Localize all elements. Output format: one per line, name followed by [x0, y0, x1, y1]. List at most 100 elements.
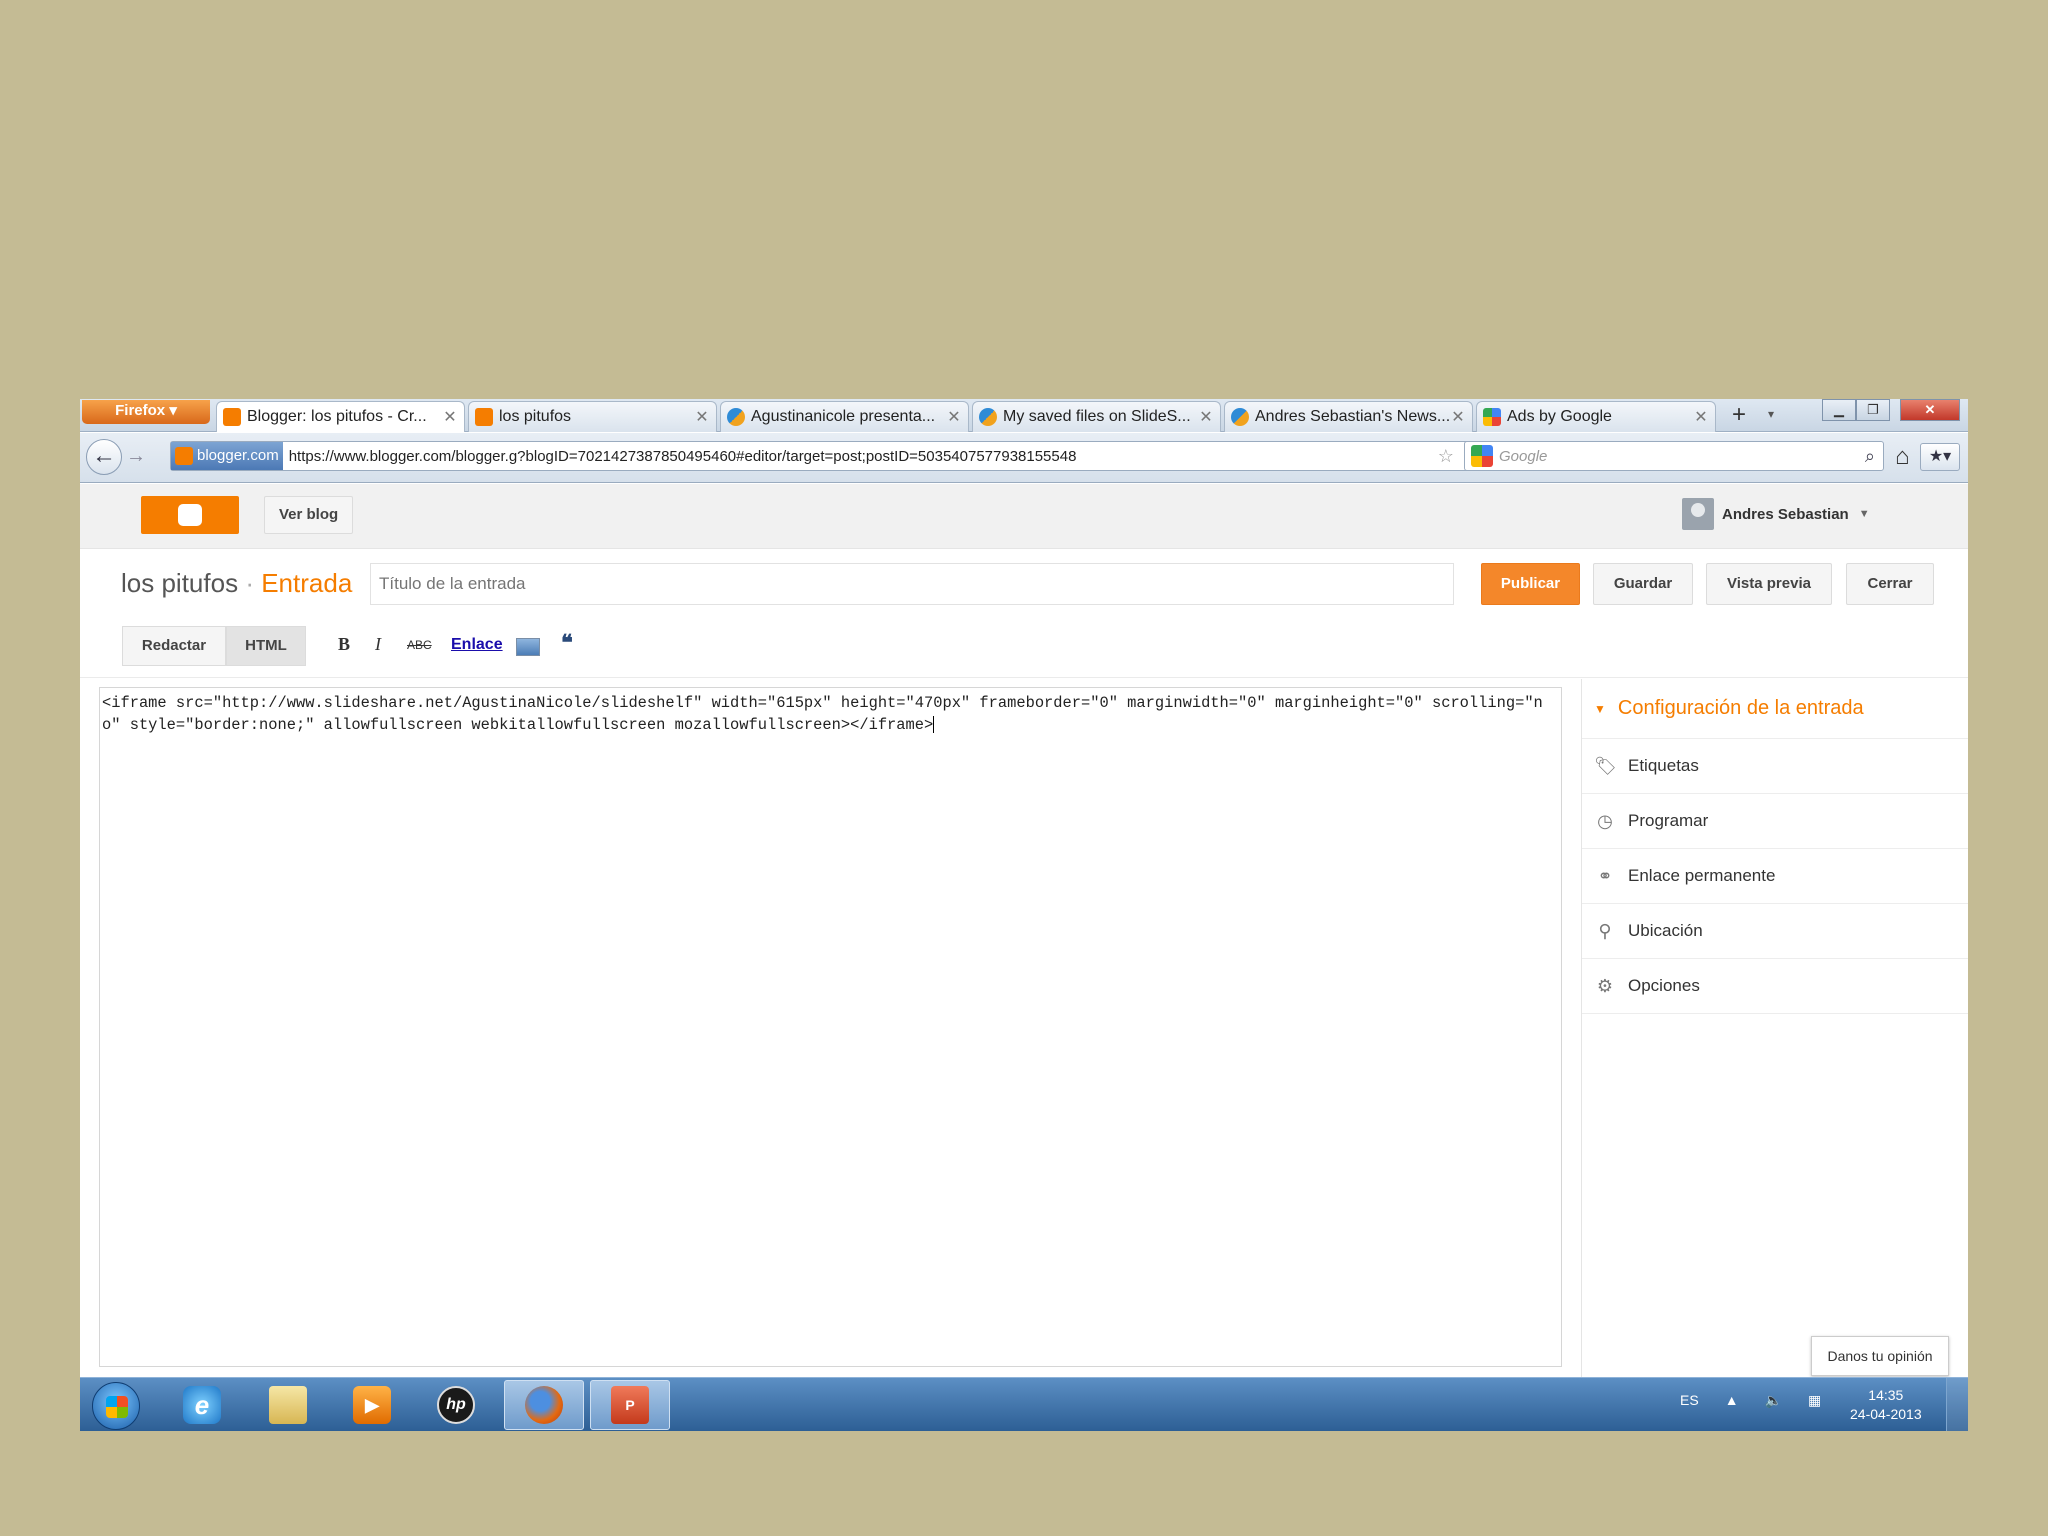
- search-icon[interactable]: ⌕: [1865, 446, 1883, 467]
- link-icon: ⚭: [1597, 865, 1613, 886]
- home-icon[interactable]: ⌂: [1895, 443, 1910, 471]
- post-title-bar: los pitufos · Entrada Publicar Guardar V…: [80, 550, 1968, 620]
- language-indicator[interactable]: ES: [1680, 1392, 1699, 1409]
- url-bar[interactable]: blogger.com https://www.blogger.com/blog…: [170, 441, 1507, 471]
- html-editor[interactable]: <iframe src="http://www.slideshare.net/A…: [99, 687, 1562, 1367]
- start-button[interactable]: [92, 1382, 140, 1430]
- blogger-icon: [223, 408, 241, 426]
- blogger-icon: [475, 408, 493, 426]
- publish-button[interactable]: Publicar: [1481, 563, 1580, 605]
- page-title: los pitufos · Entrada: [121, 568, 352, 599]
- tab-newsfeed[interactable]: Andres Sebastian's News... ✕: [1224, 401, 1473, 432]
- window-close-icon[interactable]: ✕: [1900, 399, 1960, 421]
- site-identity-button[interactable]: blogger.com: [171, 442, 283, 470]
- clock[interactable]: 14:35 24-04-2013: [1850, 1386, 1922, 1424]
- blogger-logo[interactable]: [141, 496, 239, 534]
- firefox-menu-button[interactable]: Firefox ▾: [82, 400, 210, 424]
- windows-taskbar: e ▶ hp P ES ▲ 🔈 ▦ 14:35 24-04-2013: [80, 1377, 1968, 1431]
- date: 24-04-2013: [1850, 1406, 1922, 1422]
- taskbar-hp[interactable]: hp: [416, 1380, 496, 1430]
- time: 14:35: [1868, 1387, 1904, 1403]
- url-text[interactable]: https://www.blogger.com/blogger.g?blogID…: [289, 448, 1430, 465]
- powerpoint-icon: P: [611, 1386, 649, 1424]
- taskbar-powerpoint[interactable]: P: [590, 1380, 670, 1430]
- close-icon[interactable]: ✕: [946, 407, 962, 427]
- italic-button[interactable]: I: [375, 634, 381, 655]
- account-menu[interactable]: Andres Sebastian ▼: [1682, 498, 1870, 530]
- clock-icon: ◷: [1597, 810, 1613, 831]
- post-settings-header[interactable]: ▼ Configuración de la entrada: [1582, 679, 1968, 739]
- view-blog-button[interactable]: Ver blog: [264, 496, 354, 534]
- post-title-input[interactable]: [370, 563, 1454, 605]
- link-button[interactable]: Enlace: [451, 636, 503, 654]
- tab-agustinanicole[interactable]: Agustinanicole presenta... ✕: [720, 401, 969, 432]
- network-icon[interactable]: ▦: [1808, 1392, 1821, 1409]
- list-tabs-icon[interactable]: ▾: [1768, 407, 1774, 421]
- pin-icon: ⚲: [1598, 920, 1612, 941]
- preview-button[interactable]: Vista previa: [1706, 563, 1832, 605]
- html-mode-button[interactable]: HTML: [226, 626, 306, 666]
- tab-los-pitufos[interactable]: los pitufos ✕: [468, 401, 717, 432]
- quote-button[interactable]: ❝: [561, 630, 573, 656]
- close-button[interactable]: Cerrar: [1846, 563, 1934, 605]
- gear-icon: ⚙: [1596, 975, 1614, 996]
- hp-icon: hp: [437, 1386, 475, 1424]
- save-button[interactable]: Guardar: [1593, 563, 1693, 605]
- bookmark-star-icon[interactable]: ☆: [1438, 446, 1454, 467]
- chevron-down-icon: ▼: [1858, 508, 1870, 520]
- search-input[interactable]: Google: [1499, 448, 1865, 465]
- strikethrough-button[interactable]: ABC: [407, 638, 432, 652]
- slideshare-icon: [727, 408, 745, 426]
- tab-title: My saved files on SlideS...: [1003, 408, 1191, 425]
- settings-item-permalink[interactable]: ⚭ Enlace permanente: [1582, 849, 1968, 904]
- taskbar-internet-explorer[interactable]: e: [162, 1380, 242, 1430]
- close-icon[interactable]: ✕: [1450, 407, 1466, 427]
- folder-icon: [269, 1386, 307, 1424]
- compose-mode-button[interactable]: Redactar: [122, 626, 226, 666]
- minimize-icon[interactable]: ▁: [1822, 399, 1856, 421]
- settings-item-schedule[interactable]: ◷ Programar: [1582, 794, 1968, 849]
- media-player-icon: ▶: [353, 1386, 391, 1424]
- screenshot: Firefox ▾ Blogger: los pitufos - Cr... ✕…: [80, 399, 1968, 1431]
- settings-item-location[interactable]: ⚲ Ubicación: [1582, 904, 1968, 959]
- taskbar-media-player[interactable]: ▶: [332, 1380, 412, 1430]
- show-desktop-button[interactable]: [1946, 1378, 1968, 1431]
- maximize-icon[interactable]: ❐: [1856, 399, 1890, 421]
- search-box[interactable]: Google ⌕: [1464, 441, 1884, 471]
- back-arrow-icon[interactable]: ←: [86, 439, 122, 475]
- text-cursor: [933, 716, 935, 734]
- tab-title: Blogger: los pitufos - Cr...: [247, 408, 427, 425]
- system-tray: ES ▲ 🔈 ▦: [1680, 1392, 1821, 1409]
- title-separator: ·: [245, 568, 254, 598]
- google-search-engine-icon[interactable]: [1471, 445, 1493, 467]
- feedback-button[interactable]: Danos tu opinión: [1811, 1336, 1949, 1376]
- tab-ads-by-google[interactable]: Ads by Google ✕: [1476, 401, 1716, 432]
- triangle-down-icon: ▼: [1594, 701, 1606, 716]
- new-tab-button[interactable]: +: [1723, 403, 1755, 429]
- tab-saved-files[interactable]: My saved files on SlideS... ✕: [972, 401, 1221, 432]
- firefox-icon: [525, 1386, 563, 1424]
- google-icon: [1483, 408, 1501, 426]
- post-settings-sidebar: ▼ Configuración de la entrada 🏷 Etiqueta…: [1581, 679, 1968, 1379]
- slideshare-icon: [979, 408, 997, 426]
- taskbar-firefox[interactable]: [504, 1380, 584, 1430]
- tab-blogger-editor[interactable]: Blogger: los pitufos - Cr... ✕: [216, 401, 465, 432]
- close-icon[interactable]: ✕: [1693, 407, 1709, 427]
- taskbar-explorer[interactable]: [248, 1380, 328, 1430]
- settings-item-labels[interactable]: 🏷 Etiquetas: [1582, 739, 1968, 794]
- settings-item-options[interactable]: ⚙ Opciones: [1582, 959, 1968, 1014]
- bookmarks-menu-icon[interactable]: ★▾: [1920, 443, 1960, 471]
- close-icon[interactable]: ✕: [694, 407, 710, 427]
- tab-title: Agustinanicole presenta...: [751, 408, 936, 425]
- forward-arrow-icon[interactable]: →: [126, 445, 146, 468]
- blogger-header: Ver blog Andres Sebastian ▼: [80, 484, 1968, 549]
- tab-title: Ads by Google: [1507, 408, 1612, 425]
- show-hidden-icons-icon[interactable]: ▲: [1725, 1392, 1739, 1409]
- image-icon[interactable]: [516, 638, 540, 656]
- bold-button[interactable]: B: [338, 634, 350, 655]
- close-icon[interactable]: ✕: [1198, 407, 1214, 427]
- volume-icon[interactable]: 🔈: [1765, 1392, 1782, 1409]
- user-name: Andres Sebastian: [1722, 505, 1849, 523]
- close-icon[interactable]: ✕: [442, 407, 458, 427]
- slideshare-icon: [1231, 408, 1249, 426]
